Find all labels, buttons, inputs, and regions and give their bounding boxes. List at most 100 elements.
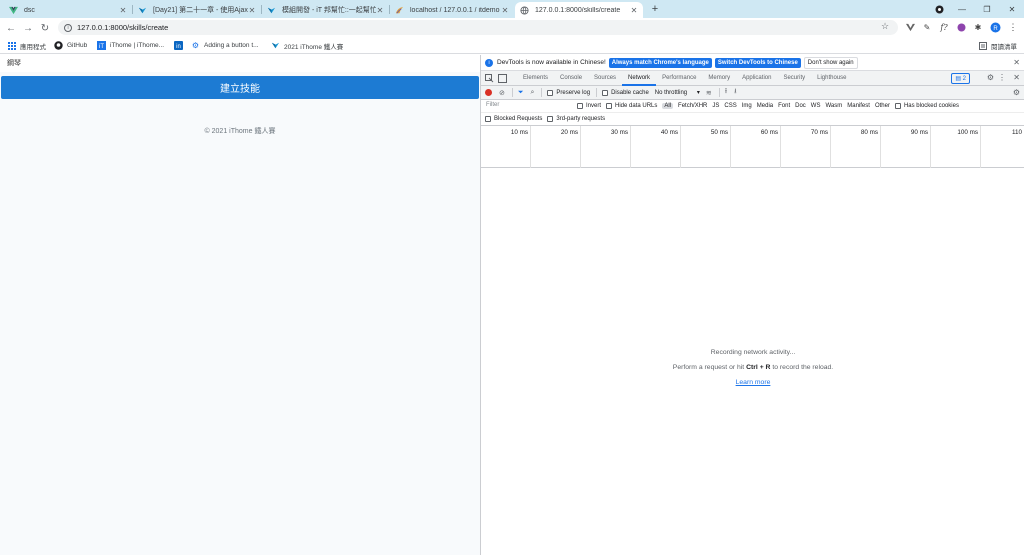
browser-tab[interactable]: 模組開發 - iT 邦幫忙::一起幫忙解 ✕	[262, 2, 389, 18]
site-info-icon[interactable]: i	[64, 23, 72, 32]
tab-console[interactable]: Console	[554, 71, 588, 86]
has-blocked-cookies-checkbox[interactable]	[894, 103, 901, 109]
filter-type-ws[interactable]: WS	[811, 103, 821, 109]
tab-title: 模組開發 - iT 邦幫忙::一起幫忙解	[282, 7, 376, 14]
throttling-select[interactable]: No throttling ▾	[655, 89, 700, 96]
restore-icon[interactable]: ❐	[980, 2, 994, 16]
tab-lighthouse[interactable]: Lighthouse	[811, 71, 852, 86]
close-window-icon[interactable]: ✕	[1005, 2, 1019, 16]
filter-type-fetch-xhr[interactable]: Fetch/XHR	[678, 103, 707, 109]
close-infobar-icon[interactable]: ✕	[1013, 58, 1020, 67]
profile-dot-icon[interactable]	[932, 2, 946, 16]
filter-type-img[interactable]: Img	[742, 103, 752, 109]
preserve-log-checkbox[interactable]	[547, 89, 554, 96]
profile-avatar[interactable]: R	[989, 21, 1001, 33]
bookmark-ithome[interactable]: iT iThome | iThome...	[97, 40, 164, 51]
filter-type-css[interactable]: CSS	[724, 103, 736, 109]
tab-performance[interactable]: Performance	[656, 71, 702, 86]
close-tab-icon[interactable]: ✕	[630, 6, 638, 15]
create-skill-button[interactable]: 建立技能	[1, 76, 479, 99]
hide-data-urls-checkbox[interactable]	[606, 103, 613, 109]
tab-network[interactable]: Network	[622, 71, 657, 86]
devtools-settings-icon[interactable]: ⚙	[987, 73, 994, 82]
close-tab-icon[interactable]: ✕	[248, 6, 256, 15]
blocked-requests-checkbox[interactable]	[485, 116, 491, 122]
close-tab-icon[interactable]: ✕	[119, 6, 127, 15]
eyedropper-extension-icon[interactable]: ✎	[921, 21, 933, 33]
tab-security[interactable]: Security	[777, 71, 811, 86]
gear-icon: ⚙	[191, 41, 200, 50]
browser-tab[interactable]: dsc ✕	[4, 2, 132, 18]
devtools-menu-icon[interactable]: ⋮	[998, 73, 1006, 82]
filter-type-all[interactable]: All	[662, 103, 674, 109]
inspect-element-icon[interactable]	[485, 73, 494, 83]
network-settings-icon[interactable]: ⚙	[1013, 88, 1020, 97]
filter-type-doc[interactable]: Doc	[795, 103, 806, 109]
network-conditions-icon[interactable]: ≋	[706, 89, 712, 97]
bookmark-ithome-2021[interactable]: 2021 iThome 鐵人賽	[271, 40, 343, 51]
tab-memory[interactable]: Memory	[702, 71, 736, 86]
address-bar[interactable]: i 127.0.0.1:8000/skills/create	[58, 20, 898, 35]
filter-type-wasm[interactable]: Wasm	[825, 103, 842, 109]
formula-extension-icon[interactable]: f?	[938, 21, 950, 33]
device-toolbar-icon[interactable]	[498, 73, 507, 83]
close-devtools-icon[interactable]: ✕	[1013, 73, 1020, 82]
timeline-tick: 110	[1011, 129, 1022, 136]
new-tab-icon[interactable]: +	[648, 2, 662, 16]
invert-checkbox[interactable]	[577, 103, 583, 109]
match-language-button[interactable]: Always match Chrome's language	[608, 57, 712, 68]
browser-tab[interactable]: localhost / 127.0.0.1 / itdemo / ✕	[390, 2, 514, 18]
dont-show-again-button[interactable]: Don't show again	[803, 56, 858, 69]
bookmark-github[interactable]: GitHub	[54, 40, 87, 51]
chrome-menu-icon[interactable]: ⋮	[1007, 21, 1019, 33]
back-icon[interactable]: ←	[4, 21, 18, 35]
extensions-puzzle-icon[interactable]: ✱	[972, 21, 984, 33]
timeline-tick: 80 ms	[831, 126, 881, 168]
vue-devtools-extension-icon[interactable]	[904, 21, 916, 33]
tab-sources[interactable]: Sources	[588, 71, 622, 86]
third-party-checkbox[interactable]	[547, 116, 554, 122]
disable-cache-checkbox[interactable]	[602, 89, 609, 96]
hint-post: to record the reload.	[772, 364, 834, 371]
learn-more-link[interactable]: Learn more	[736, 379, 771, 386]
clear-icon[interactable]: ⊘	[499, 89, 505, 97]
bookmark-adding-button[interactable]: ⚙ Adding a button t...	[191, 40, 259, 51]
vue-icon	[9, 6, 18, 15]
bookmark-apps[interactable]: 應用程式	[7, 40, 46, 51]
browser-tab-strip: dsc ✕ [Day21] 第二十一章 - 使用Ajax傳 ✕ 模組開發 - i…	[0, 0, 1024, 18]
export-har-icon[interactable]: ⭳	[734, 87, 736, 98]
filter-type-font[interactable]: Font	[778, 103, 790, 109]
close-tab-icon[interactable]: ✕	[501, 6, 509, 15]
record-icon[interactable]	[485, 89, 492, 96]
forward-icon[interactable]: →	[21, 21, 35, 35]
search-icon[interactable]: ⌕	[530, 89, 534, 97]
reading-list[interactable]: 閱讀清單	[978, 40, 1017, 51]
reading-list-icon	[978, 41, 987, 50]
network-blocked-filterbar: Blocked Requests 3rd-party requests	[481, 113, 1024, 126]
import-har-icon[interactable]: ⭱	[725, 87, 727, 98]
network-overview-timeline[interactable]: 10 ms 20 ms 30 ms 40 ms 50 ms 60 ms 70 m…	[481, 126, 1024, 168]
filter-type-other[interactable]: Other	[875, 103, 890, 109]
filter-input[interactable]: Filter	[485, 102, 571, 111]
tab-application[interactable]: Application	[736, 71, 777, 86]
close-tab-icon[interactable]: ✕	[376, 6, 384, 15]
switch-to-chinese-button[interactable]: Switch DevTools to Chinese	[714, 57, 801, 68]
filter-type-manifest[interactable]: Manifest	[847, 103, 870, 109]
svg-text:R: R	[993, 26, 998, 32]
filter-icon[interactable]: ⏷	[518, 89, 524, 97]
filter-type-js[interactable]: JS	[712, 103, 719, 109]
minimize-icon[interactable]: —	[955, 2, 969, 16]
reload-icon[interactable]: ↻	[38, 21, 52, 35]
purple-extension-icon[interactable]	[955, 21, 967, 33]
apps-icon	[7, 41, 16, 50]
bookmark-star-icon[interactable]: ☆	[881, 21, 889, 32]
timeline-tick: 10 ms	[481, 126, 531, 168]
bookmark-linkedin[interactable]: in	[174, 40, 187, 51]
tab-elements[interactable]: Elements	[517, 71, 554, 86]
browser-tab[interactable]: [Day21] 第二十一章 - 使用Ajax傳 ✕	[133, 2, 261, 18]
issues-badge[interactable]: ▤ 2	[951, 73, 970, 84]
filter-type-media[interactable]: Media	[757, 103, 773, 109]
browser-tab-active[interactable]: 127.0.0.1:8000/skills/create ✕	[515, 2, 643, 18]
page-footer: © 2021 iThome 鐵人賽	[204, 128, 276, 135]
timeline-tick: 60 ms	[731, 126, 781, 168]
